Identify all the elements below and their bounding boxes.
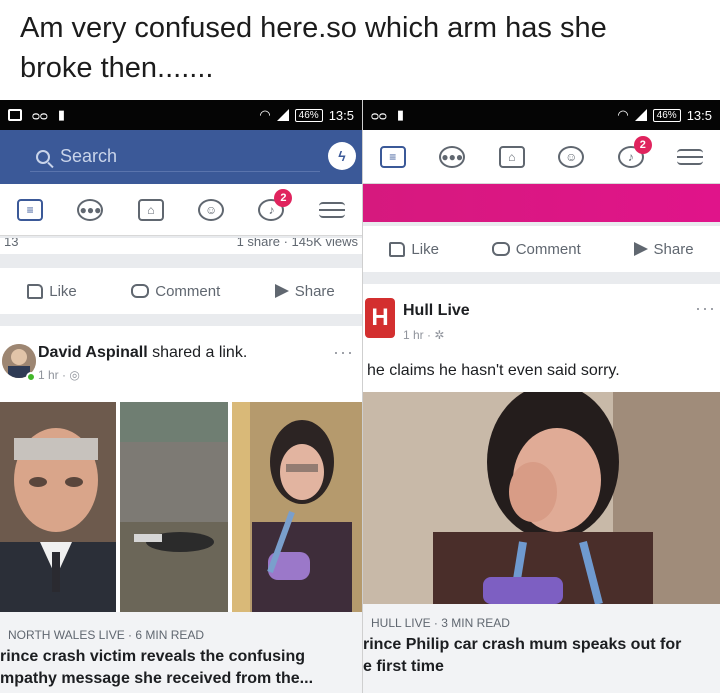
- gallery-icon: [8, 109, 22, 121]
- link-image-crash-scene[interactable]: [120, 402, 228, 612]
- online-indicator: [26, 372, 36, 382]
- link-image-prince[interactable]: [0, 402, 116, 612]
- post-action-text: shared a link.: [152, 344, 248, 361]
- left-screenshot: ᴑᴑ ▮ ◠ 46% 13:5 Search ϟ ≡ ●●● ⌂ ☺ ♪ 2 1…: [0, 100, 362, 693]
- link-title-line-1: rince crash victim reveals the confusing: [0, 648, 306, 665]
- share-button[interactable]: Share: [633, 240, 694, 258]
- marketplace-icon[interactable]: ⌂: [498, 145, 525, 168]
- right-screenshot: ᴑᴑ ▮ ◠ 46% 13:5 ≡ ●●● ⌂ ☺ ♪ 2 Like Comme…: [362, 100, 720, 693]
- meme-caption: Am very confused here.so which arm has s…: [20, 8, 710, 88]
- link-preview[interactable]: NORTH WALES LIVE · 6 MIN READ rince cras…: [0, 612, 362, 693]
- voicemail-icon: ᴑᴑ: [371, 107, 387, 123]
- notification-badge: 2: [633, 135, 652, 154]
- post-author-line: David Aspinall shared a link.: [38, 344, 247, 362]
- prince-photo: [0, 402, 116, 612]
- comment-icon: [131, 284, 150, 298]
- profile-icon[interactable]: ☺: [558, 145, 585, 168]
- profile-icon[interactable]: ☺: [198, 198, 225, 221]
- comment-label: Comment: [515, 240, 581, 258]
- crying-woman-photo: [363, 392, 720, 604]
- battery-indicator: 46%: [294, 108, 323, 122]
- comment-label: Comment: [155, 282, 221, 300]
- facebook-top-bar: Search ϟ: [0, 130, 362, 184]
- phone-icon: ▮: [396, 107, 404, 122]
- voicemail-icon: ᴑᴑ: [32, 107, 48, 123]
- comment-icon: [491, 242, 510, 256]
- clock: 13:5: [328, 107, 354, 123]
- comment-button[interactable]: Comment: [131, 283, 220, 300]
- nav-icon-row: ≡ ●●● ⌂ ☺ ♪ 2: [0, 184, 362, 236]
- signal-icon: [634, 109, 647, 121]
- link-image-woman[interactable]: [232, 402, 362, 612]
- news-feed-icon[interactable]: ≡: [17, 198, 44, 221]
- status-bar: ᴑᴑ ▮ ◠ 46% 13:5: [0, 100, 362, 130]
- news-post: H Hull Live 1 hr · ✲ ··· he claims he ha…: [363, 284, 720, 693]
- nav-icon-row: ≡ ●●● ⌂ ☺ ♪ 2: [363, 130, 720, 184]
- share-label: Share: [653, 240, 694, 258]
- news-feed-icon[interactable]: ≡: [379, 145, 406, 168]
- share-view-count[interactable]: 1 share · 145K views: [237, 238, 358, 249]
- crash-scene-photo: [120, 402, 228, 612]
- menu-icon[interactable]: [318, 201, 345, 218]
- highlight-bar: [363, 184, 720, 222]
- comment-button[interactable]: Comment: [491, 240, 581, 258]
- caption-line-1: Am very confused here.so which arm has s…: [20, 12, 607, 44]
- like-icon: [27, 283, 44, 299]
- link-source: NORTH WALES LIVE · 6 MIN READ: [8, 628, 205, 642]
- link-source: HULL LIVE · 3 MIN READ: [371, 616, 510, 630]
- share-label: Share: [294, 282, 335, 300]
- marketplace-icon[interactable]: ⌂: [137, 198, 164, 221]
- caption-line-2: broke then.......: [20, 52, 214, 84]
- reaction-count[interactable]: 13: [4, 238, 18, 249]
- wifi-icon: ◠: [259, 107, 271, 122]
- groups-icon[interactable]: ●●●: [439, 145, 466, 168]
- menu-icon[interactable]: [677, 148, 704, 165]
- link-preview[interactable]: HULL LIVE · 3 MIN READ rince Philip car …: [363, 604, 720, 693]
- clock: 13:5: [686, 107, 712, 123]
- post-time[interactable]: 1 hr ·: [403, 328, 431, 342]
- shared-link-post: David Aspinall shared a link. 1 hr · ◎ ·…: [0, 326, 362, 693]
- battery-indicator: 46%: [652, 108, 681, 122]
- page-name[interactable]: Hull Live: [403, 302, 470, 320]
- like-button[interactable]: Like: [27, 283, 77, 300]
- notifications-button[interactable]: ♪ 2: [617, 135, 652, 168]
- like-button[interactable]: Like: [389, 241, 439, 258]
- status-bar: ᴑᴑ ▮ ◠ 46% 13:5: [363, 100, 720, 130]
- more-options-icon[interactable]: ···: [695, 298, 716, 319]
- search-placeholder: Search: [60, 146, 118, 166]
- post-text: he claims he hasn't even said sorry.: [367, 362, 620, 379]
- link-title-line-2: mpathy message she received from the...: [0, 670, 314, 687]
- link-image-crying-woman[interactable]: [363, 392, 720, 604]
- post-actions: Like Comment Share: [0, 268, 362, 314]
- link-title-line-2: e first time: [363, 658, 444, 675]
- settings-gear-icon: ✲: [434, 328, 445, 342]
- groups-icon[interactable]: ●●●: [77, 198, 104, 221]
- page-avatar[interactable]: H: [365, 298, 395, 338]
- like-label: Like: [411, 240, 439, 258]
- messenger-icon[interactable]: ϟ: [328, 142, 356, 170]
- notifications-button[interactable]: ♪ 2: [258, 188, 293, 221]
- post-stats: 13 1 share · 145K views: [0, 238, 362, 254]
- signal-icon: [276, 109, 289, 121]
- woman-photo: [232, 402, 362, 612]
- notification-badge: 2: [274, 188, 293, 207]
- search-input[interactable]: Search: [30, 142, 320, 172]
- post-time[interactable]: 1 hr ·: [38, 368, 66, 382]
- globe-icon: ◎: [69, 368, 80, 382]
- phone-icon: ▮: [57, 107, 65, 122]
- post-author[interactable]: David Aspinall: [38, 344, 148, 361]
- post-timestamp: 1 hr · ✲: [403, 328, 444, 342]
- search-icon: [36, 149, 50, 164]
- share-button[interactable]: Share: [274, 282, 335, 300]
- link-title-line-1: rince Philip car crash mum speaks out fo…: [363, 636, 682, 653]
- wifi-icon: ◠: [617, 107, 629, 122]
- share-icon: [633, 242, 648, 256]
- like-icon: [389, 241, 406, 257]
- share-icon: [274, 284, 289, 298]
- post-timestamp: 1 hr · ◎: [38, 368, 80, 382]
- more-options-icon[interactable]: ···: [333, 342, 354, 363]
- like-label: Like: [49, 282, 77, 300]
- post-actions: Like Comment Share: [363, 226, 720, 272]
